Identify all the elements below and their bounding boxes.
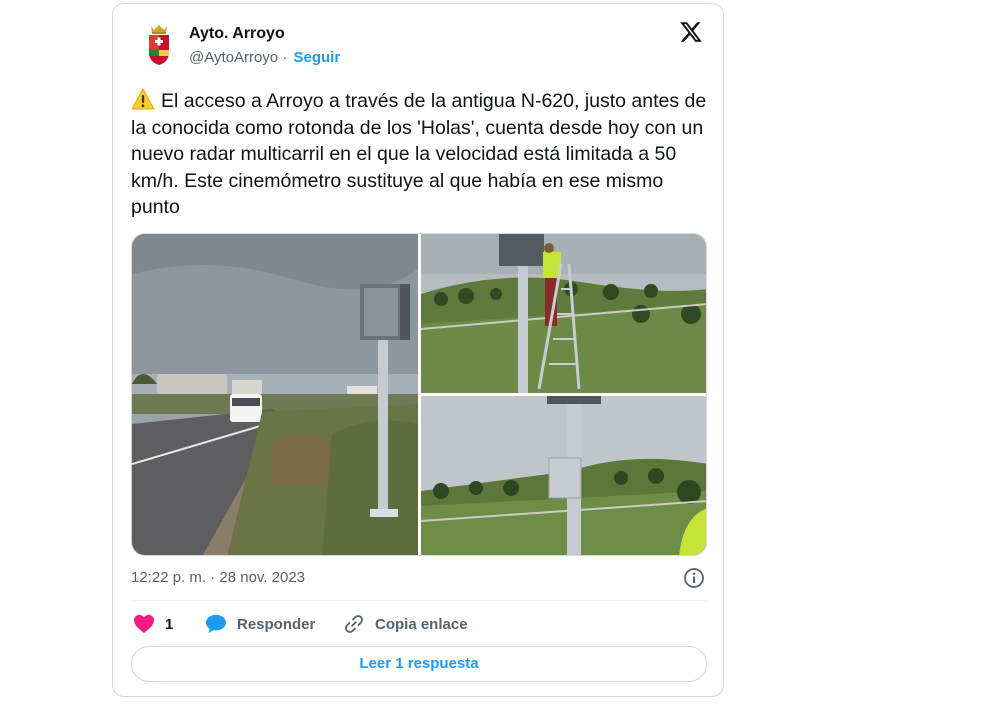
tweet-timestamp[interactable]: 12:22 p. m. · 28 nov. 2023	[131, 569, 305, 586]
account-name[interactable]: Ayto. Arroyo	[189, 25, 285, 43]
media-grid	[131, 233, 707, 556]
action-bar: 1 Responder Copia enlace	[131, 612, 707, 636]
info-icon[interactable]	[683, 567, 705, 589]
tweet-text: El acceso a Arroyo a través de la antigu…	[131, 90, 707, 218]
heart-icon	[134, 614, 154, 634]
like-count: 1	[165, 615, 174, 633]
like-button[interactable]: 1	[133, 612, 173, 636]
handle-separator: ·	[278, 49, 292, 66]
tweet-card: Ayto. Arroyo @AytoArroyo · Seguir El acc…	[112, 3, 724, 697]
copy-link-button[interactable]: Copia enlace	[343, 612, 468, 636]
x-logo-icon[interactable]	[679, 20, 703, 44]
account-handle-row: @AytoArroyo · Seguir	[189, 49, 340, 66]
follow-button[interactable]: Seguir	[294, 49, 341, 66]
warning-icon	[131, 88, 155, 110]
speech-bubble-icon	[206, 614, 226, 634]
tweet-text-block: El acceso a Arroyo a través de la antigu…	[131, 88, 711, 221]
media-photo-1[interactable]	[132, 234, 418, 556]
reply-button[interactable]: Responder	[205, 612, 315, 636]
media-photo-3[interactable]	[421, 396, 707, 556]
account-handle[interactable]: @AytoArroyo	[189, 49, 278, 66]
divider	[131, 600, 707, 601]
media-photo-2[interactable]	[421, 234, 707, 393]
link-icon	[345, 615, 363, 633]
account-avatar[interactable]	[143, 22, 175, 66]
read-replies-button[interactable]: Leer 1 respuesta	[131, 646, 707, 682]
copy-link-label: Copia enlace	[375, 615, 468, 633]
reply-label: Responder	[237, 615, 316, 633]
